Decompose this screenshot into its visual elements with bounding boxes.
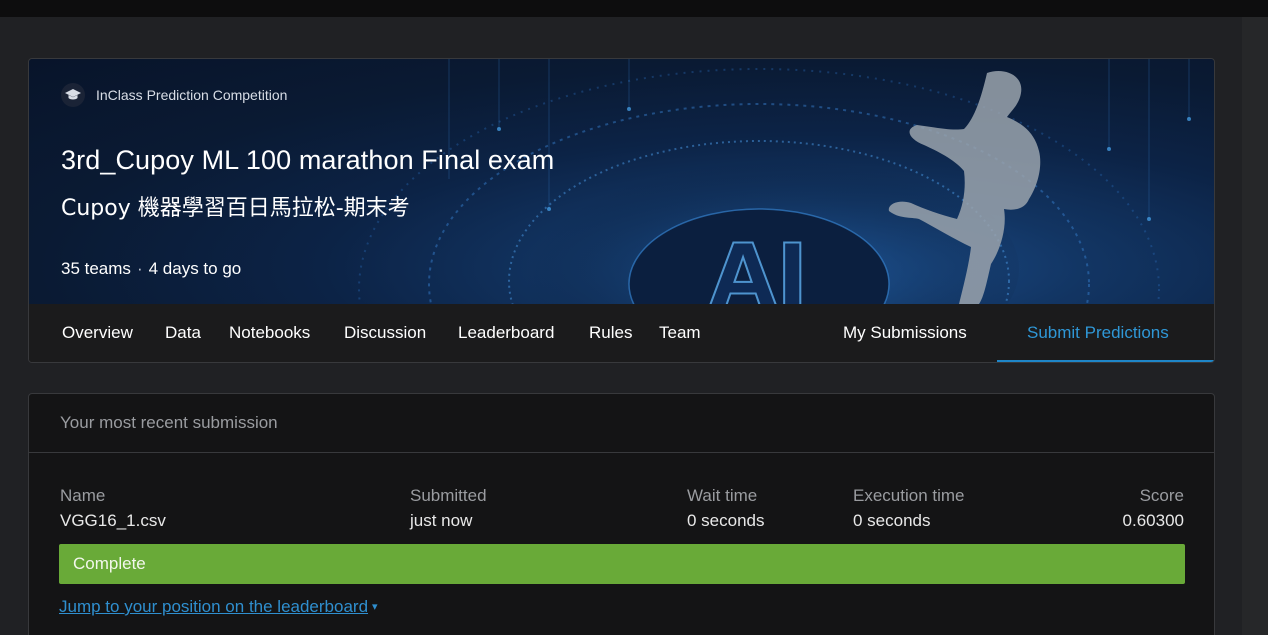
jump-link-label[interactable]: Jump to your position on the leaderboard [59, 597, 368, 616]
tab-my-submissions[interactable]: My Submissions [843, 304, 967, 362]
active-tab-indicator [997, 360, 1214, 362]
name-value: VGG16_1.csv [60, 511, 166, 530]
graduation-cap-icon [61, 83, 85, 107]
tab-discussion[interactable]: Discussion [344, 304, 426, 362]
scroll-gutter [1242, 17, 1268, 635]
wait-time-value: 0 seconds [687, 511, 765, 530]
tab-data[interactable]: Data [165, 304, 201, 362]
score-label: Score [1139, 486, 1184, 505]
competition-subtitle: Cupoy 機器學習百日馬拉松-期末考 [61, 196, 410, 221]
submitted-value: just now [410, 511, 473, 530]
competition-title: 3rd_Cupoy ML 100 marathon Final exam [61, 145, 555, 175]
submission-heading: Your most recent submission [29, 394, 1214, 453]
competition-header: AI InClass Prediction Competition 3rd_Cu… [28, 58, 1215, 363]
competition-meta: 35 teams · 4 days to go [61, 259, 241, 279]
score-value: 0.60300 [1122, 511, 1184, 530]
jump-to-leaderboard-link[interactable]: Jump to your position on the leaderboard… [59, 597, 378, 617]
wait-time-label: Wait time [687, 486, 758, 505]
deadline: 4 days to go [148, 259, 242, 278]
tab-notebooks[interactable]: Notebooks [229, 304, 310, 362]
team-count[interactable]: 35 teams [61, 259, 131, 278]
name-label: Name [60, 486, 106, 505]
tab-rules[interactable]: Rules [589, 304, 632, 362]
competition-nav: Overview Data Notebooks Discussion Leade… [29, 304, 1214, 362]
tab-leaderboard[interactable]: Leaderboard [458, 304, 554, 362]
tab-submit-predictions[interactable]: Submit Predictions [1027, 304, 1169, 362]
submitted-label: Submitted [410, 486, 487, 505]
recent-submission-card: Your most recent submission Name VGG16_1… [28, 393, 1215, 635]
meta-separator: · [136, 259, 143, 278]
competition-banner: AI InClass Prediction Competition 3rd_Cu… [29, 59, 1214, 304]
execution-time-label: Execution time [853, 486, 965, 505]
chevron-down-icon[interactable]: ▾ [372, 600, 378, 613]
competition-type: InClass Prediction Competition [61, 83, 287, 107]
tab-overview[interactable]: Overview [62, 304, 133, 362]
execution-time-value: 0 seconds [853, 511, 931, 530]
competition-type-label: InClass Prediction Competition [96, 87, 288, 103]
status-badge: Complete [59, 544, 1185, 584]
banner-ai-text: AI [710, 226, 809, 304]
tab-team[interactable]: Team [659, 304, 701, 362]
